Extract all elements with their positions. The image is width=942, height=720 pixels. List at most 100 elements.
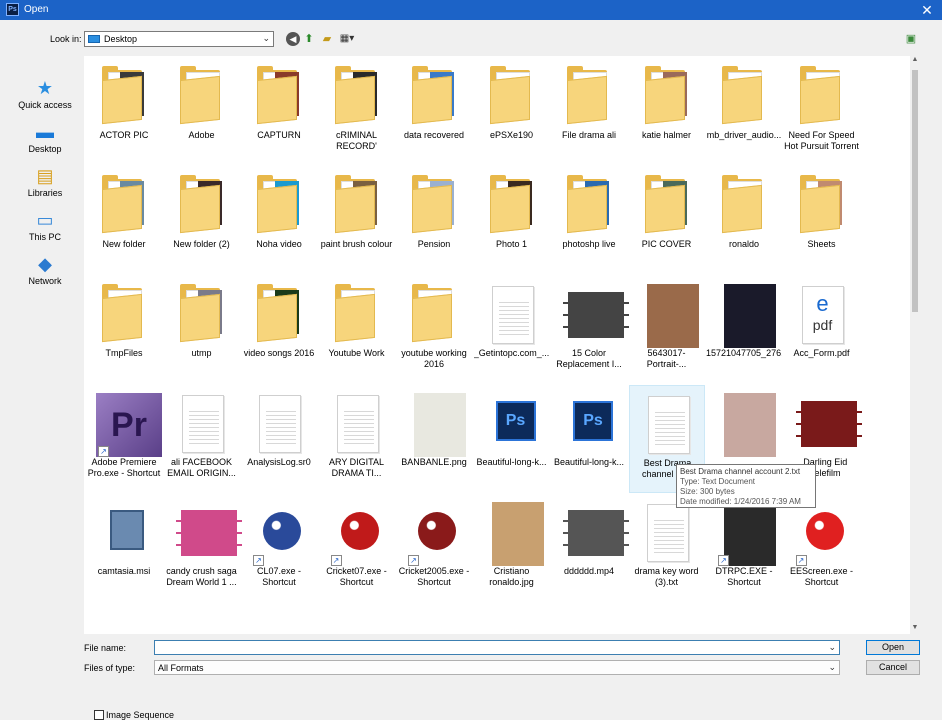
place-label: Network	[28, 276, 62, 286]
place-libraries[interactable]: ▤ Libraries	[8, 166, 82, 206]
open-dialog: Look in: Desktop ⌄ ◀ ⬆ ▰ ▦▾ ▣ ★ Quick ac…	[0, 20, 942, 720]
file-name: Adobe	[188, 130, 215, 140]
file-item[interactable]: ali FACEBOOK EMAIL ORIGIN...	[164, 385, 240, 493]
file-item[interactable]: ↗ DTRPC.EXE - Shortcut	[706, 494, 782, 602]
file-item[interactable]: video songs 2016	[241, 276, 317, 384]
file-item[interactable]: camtasia.msi	[86, 494, 162, 602]
file-item[interactable]: katie halmer	[629, 58, 705, 166]
file-item[interactable]: Noha video	[241, 167, 317, 275]
file-item[interactable]: New folder	[86, 167, 162, 275]
file-item[interactable]: Ps Beautiful-long-k...	[474, 385, 550, 493]
file-item[interactable]: ronaldo	[706, 167, 782, 275]
file-item[interactable]: cRIMINAL RECORD'	[319, 58, 395, 166]
scroll-thumb[interactable]	[912, 70, 918, 312]
file-item[interactable]: drama key word (3).txt	[629, 494, 705, 602]
file-name: AnalysisLog.sr0	[247, 457, 311, 467]
new-folder-icon[interactable]: ▰	[320, 32, 334, 46]
file-item[interactable]: Youtube Work	[319, 276, 395, 384]
folder-icon	[249, 280, 307, 348]
view-menu-icon[interactable]: ▦▾	[338, 32, 356, 46]
folder-icon	[94, 280, 152, 348]
file-item[interactable]: ↗ EEScreen.exe - Shortcut	[784, 494, 860, 602]
vertical-scrollbar[interactable]: ▲ ▼	[910, 56, 920, 634]
image-thumbnail-icon	[482, 498, 544, 566]
file-item[interactable]: AnalysisLog.sr0	[241, 385, 317, 493]
photoshop-file-icon: Ps	[559, 389, 617, 457]
file-item[interactable]: Ps Beautiful-long-k...	[551, 385, 627, 493]
image-thumbnail-icon	[637, 280, 699, 348]
file-item[interactable]: Sheets	[784, 167, 860, 275]
file-item[interactable]: e pdf Acc_Form.pdf	[784, 276, 860, 384]
scroll-down-icon[interactable]: ▼	[910, 624, 920, 634]
file-item[interactable]: New folder (2)	[164, 167, 240, 275]
filename-input[interactable]: ⌄	[154, 640, 840, 655]
folder-icon	[327, 62, 385, 130]
up-folder-icon[interactable]: ⬆	[302, 32, 316, 46]
file-item[interactable]: PIC COVER	[629, 167, 705, 275]
file-name: Cricket2005.exe - Shortcut	[398, 566, 470, 587]
place-desktop[interactable]: ▬ Desktop	[8, 122, 82, 162]
file-item[interactable]: mb_driver_audio...	[706, 58, 782, 166]
open-button[interactable]: Open	[866, 640, 920, 655]
file-item[interactable]: Cristiano ronaldo.jpg	[474, 494, 550, 602]
scroll-up-icon[interactable]: ▲	[910, 56, 920, 66]
place-quick-access[interactable]: ★ Quick access	[8, 78, 82, 118]
file-item[interactable]: _Getintopc.com_...	[474, 276, 550, 384]
file-item[interactable]: Pension	[396, 167, 472, 275]
file-item[interactable]: utmp	[164, 276, 240, 384]
file-item[interactable]: Pr ↗ Adobe Premiere Pro.exe - Shortcut	[86, 385, 162, 493]
new-folder-right-icon[interactable]: ▣	[904, 32, 918, 46]
file-name: _Getintopc.com_...	[473, 348, 550, 358]
file-list[interactable]: ACTOR PIC Adobe CAPTURN cRIMINAL RECORD' dat…	[84, 56, 910, 634]
place-this-pc[interactable]: ▭ This PC	[8, 210, 82, 250]
back-icon[interactable]: ◀	[286, 32, 300, 46]
text-document-icon	[172, 389, 230, 457]
file-item[interactable]: 5643017-Portrait-...	[629, 276, 705, 384]
file-item[interactable]: Adobe	[164, 58, 240, 166]
file-name: Beautiful-long-k...	[553, 457, 625, 467]
file-item[interactable]: paint brush colour	[319, 167, 395, 275]
file-name: BANBANLE.png	[401, 457, 467, 467]
file-item[interactable]: ACTOR PIC	[86, 58, 162, 166]
title-bar: Ps Open ✕	[0, 0, 942, 20]
file-name: photoshp live	[562, 239, 616, 249]
file-item[interactable]: Photo 1	[474, 167, 550, 275]
file-item[interactable]: youtube working 2016	[396, 276, 472, 384]
file-name: katie halmer	[641, 130, 692, 140]
file-item[interactable]: ↗ Cricket2005.exe - Shortcut	[396, 494, 472, 602]
tooltip-type: Type: Text Document	[680, 477, 755, 486]
file-item[interactable]: ARY DIGITAL DRAMA TI...	[319, 385, 395, 493]
file-item[interactable]: CAPTURN	[241, 58, 317, 166]
file-item[interactable]: dddddd.mp4	[551, 494, 629, 602]
file-item[interactable]: TmpFiles	[86, 276, 162, 384]
file-name: candy crush saga Dream World 1 ...	[166, 566, 237, 587]
file-item[interactable]: data recovered	[396, 58, 472, 166]
file-item[interactable]: ePSXe190	[474, 58, 550, 166]
close-button[interactable]: ✕	[918, 1, 936, 19]
cancel-button[interactable]: Cancel	[866, 660, 920, 675]
filetype-dropdown[interactable]: All Formats ⌄	[154, 660, 840, 675]
text-document-icon	[327, 389, 385, 457]
file-item[interactable]: ↗ Cricket07.exe - Shortcut	[319, 494, 395, 602]
lookin-dropdown[interactable]: Desktop ⌄	[84, 31, 274, 47]
file-item[interactable]: Need For Speed Hot Pursuit Torrent	[784, 58, 860, 166]
file-item[interactable]: candy crush saga Dream World 1 ...	[164, 494, 242, 602]
file-name: ePSXe190	[489, 130, 534, 140]
photoshop-file-icon: Ps	[482, 389, 540, 457]
file-item[interactable]: ↗ CL07.exe - Shortcut	[241, 494, 317, 602]
file-item[interactable]: File drama ali	[551, 58, 627, 166]
dialog-toolbar: Look in: Desktop ⌄ ◀ ⬆ ▰ ▦▾ ▣	[0, 20, 942, 56]
file-item[interactable]: 15 Color Replacement I...	[551, 276, 629, 384]
place-label: This PC	[28, 232, 61, 242]
tooltip-size: Size: 300 bytes	[680, 487, 735, 496]
image-sequence-checkbox[interactable]	[94, 710, 104, 720]
folder-icon	[637, 171, 695, 239]
file-name: mb_driver_audio...	[706, 130, 782, 140]
file-item[interactable]: BANBANLE.png	[396, 385, 472, 493]
place-network[interactable]: ◆ Network	[8, 254, 82, 294]
chevron-down-icon[interactable]: ⌄	[828, 642, 836, 653]
file-item[interactable]: 15721047705_276...	[706, 276, 782, 384]
file-name: drama key word (3).txt	[634, 566, 699, 587]
file-item[interactable]: photoshp live	[551, 167, 627, 275]
computer-icon: ▭	[36, 210, 54, 230]
